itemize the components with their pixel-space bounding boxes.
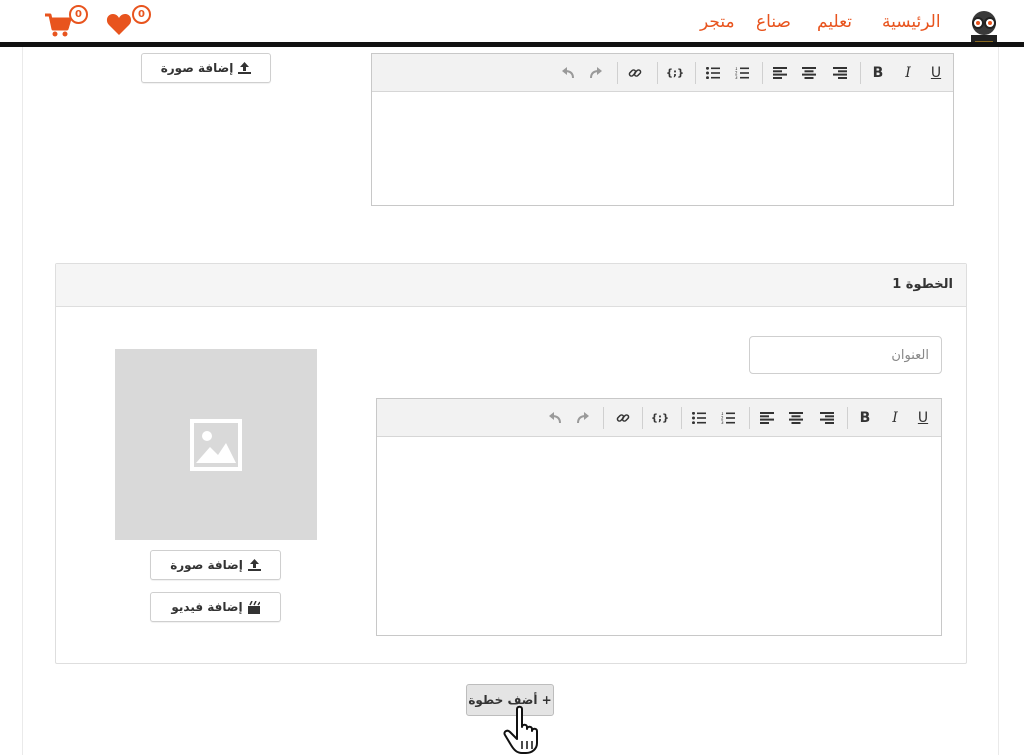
svg-text:3: 3 bbox=[735, 75, 738, 79]
rich-text-editor[interactable]: U I B 123 {;} bbox=[371, 53, 954, 206]
toolbar-separator bbox=[657, 62, 658, 84]
bullet-list-icon[interactable] bbox=[689, 408, 709, 428]
toolbar-separator bbox=[617, 62, 618, 84]
undo-icon[interactable] bbox=[558, 63, 578, 83]
italic-icon[interactable]: I bbox=[898, 63, 918, 83]
video-icon bbox=[247, 600, 260, 614]
align-center-icon[interactable] bbox=[799, 63, 819, 83]
toolbar-separator bbox=[847, 407, 848, 429]
add-image-label: إضافة صورة bbox=[160, 61, 234, 75]
image-placeholder bbox=[115, 349, 317, 540]
wishlist-count-badge: 0 bbox=[132, 5, 151, 24]
toolbar-separator bbox=[695, 62, 696, 84]
upload-icon bbox=[247, 559, 261, 571]
align-right-icon[interactable] bbox=[830, 63, 850, 83]
ordered-list-icon[interactable]: 123 bbox=[718, 408, 738, 428]
step-rich-text-editor[interactable]: U I B 123 {;} bbox=[376, 398, 942, 636]
nav-store-link[interactable]: متجر bbox=[700, 12, 735, 32]
editor-toolbar: U I B 123 {;} bbox=[377, 399, 941, 437]
bullet-list-icon[interactable] bbox=[703, 63, 723, 83]
step-add-video-button[interactable]: إضافة فيديو bbox=[150, 592, 281, 622]
editor-toolbar: U I B 123 {;} bbox=[372, 54, 953, 92]
cart-count-badge: 0 bbox=[69, 5, 88, 24]
step-add-image-button[interactable]: إضافة صورة bbox=[150, 550, 281, 580]
underline-icon[interactable]: U bbox=[926, 63, 946, 83]
page: الرئيسية تعليم صناع متجر 0 0 إضافة صورة … bbox=[0, 0, 1024, 755]
align-center-icon[interactable] bbox=[786, 408, 806, 428]
step-title-input[interactable] bbox=[749, 336, 942, 374]
toolbar-separator bbox=[749, 407, 750, 429]
undo-icon[interactable] bbox=[545, 408, 565, 428]
underline-icon[interactable]: U bbox=[913, 408, 933, 428]
cart-icon[interactable] bbox=[44, 12, 72, 38]
link-icon[interactable] bbox=[625, 63, 645, 83]
step-header: الخطوة 1 bbox=[56, 264, 966, 307]
nav-home-link[interactable]: الرئيسية bbox=[882, 12, 941, 32]
add-image-label: إضافة صورة bbox=[170, 558, 243, 572]
align-right-icon[interactable] bbox=[817, 408, 837, 428]
upload-icon bbox=[238, 62, 252, 74]
toolbar-separator bbox=[603, 407, 604, 429]
hand-pointer-cursor-icon bbox=[503, 705, 538, 754]
step-title: الخطوة 1 bbox=[892, 277, 953, 292]
ordered-list-icon[interactable]: 123 bbox=[732, 63, 752, 83]
align-left-icon[interactable] bbox=[770, 63, 790, 83]
bold-icon[interactable]: B bbox=[868, 63, 888, 83]
code-icon[interactable]: {;} bbox=[665, 63, 685, 83]
heart-icon[interactable] bbox=[106, 12, 132, 36]
redo-icon[interactable] bbox=[573, 408, 593, 428]
site-header: الرئيسية تعليم صناع متجر 0 0 bbox=[0, 0, 1024, 45]
redo-icon[interactable] bbox=[586, 63, 606, 83]
code-icon[interactable]: {;} bbox=[650, 408, 670, 428]
image-icon bbox=[190, 418, 242, 471]
link-icon[interactable] bbox=[613, 408, 633, 428]
geeks-logo[interactable] bbox=[965, 8, 1003, 46]
add-image-button[interactable]: إضافة صورة bbox=[141, 53, 271, 83]
align-left-icon[interactable] bbox=[757, 408, 777, 428]
italic-icon[interactable]: I bbox=[885, 408, 905, 428]
add-video-label: إضافة فيديو bbox=[171, 600, 243, 614]
step-panel: الخطوة 1 U I B 123 {;} bbox=[55, 263, 967, 664]
toolbar-separator bbox=[642, 407, 643, 429]
toolbar-separator bbox=[681, 407, 682, 429]
toolbar-separator bbox=[762, 62, 763, 84]
svg-text:3: 3 bbox=[721, 420, 724, 424]
bold-icon[interactable]: B bbox=[855, 408, 875, 428]
nav-learn-link[interactable]: تعليم bbox=[817, 12, 852, 32]
nav-makers-link[interactable]: صناع bbox=[756, 12, 791, 32]
toolbar-separator bbox=[860, 62, 861, 84]
